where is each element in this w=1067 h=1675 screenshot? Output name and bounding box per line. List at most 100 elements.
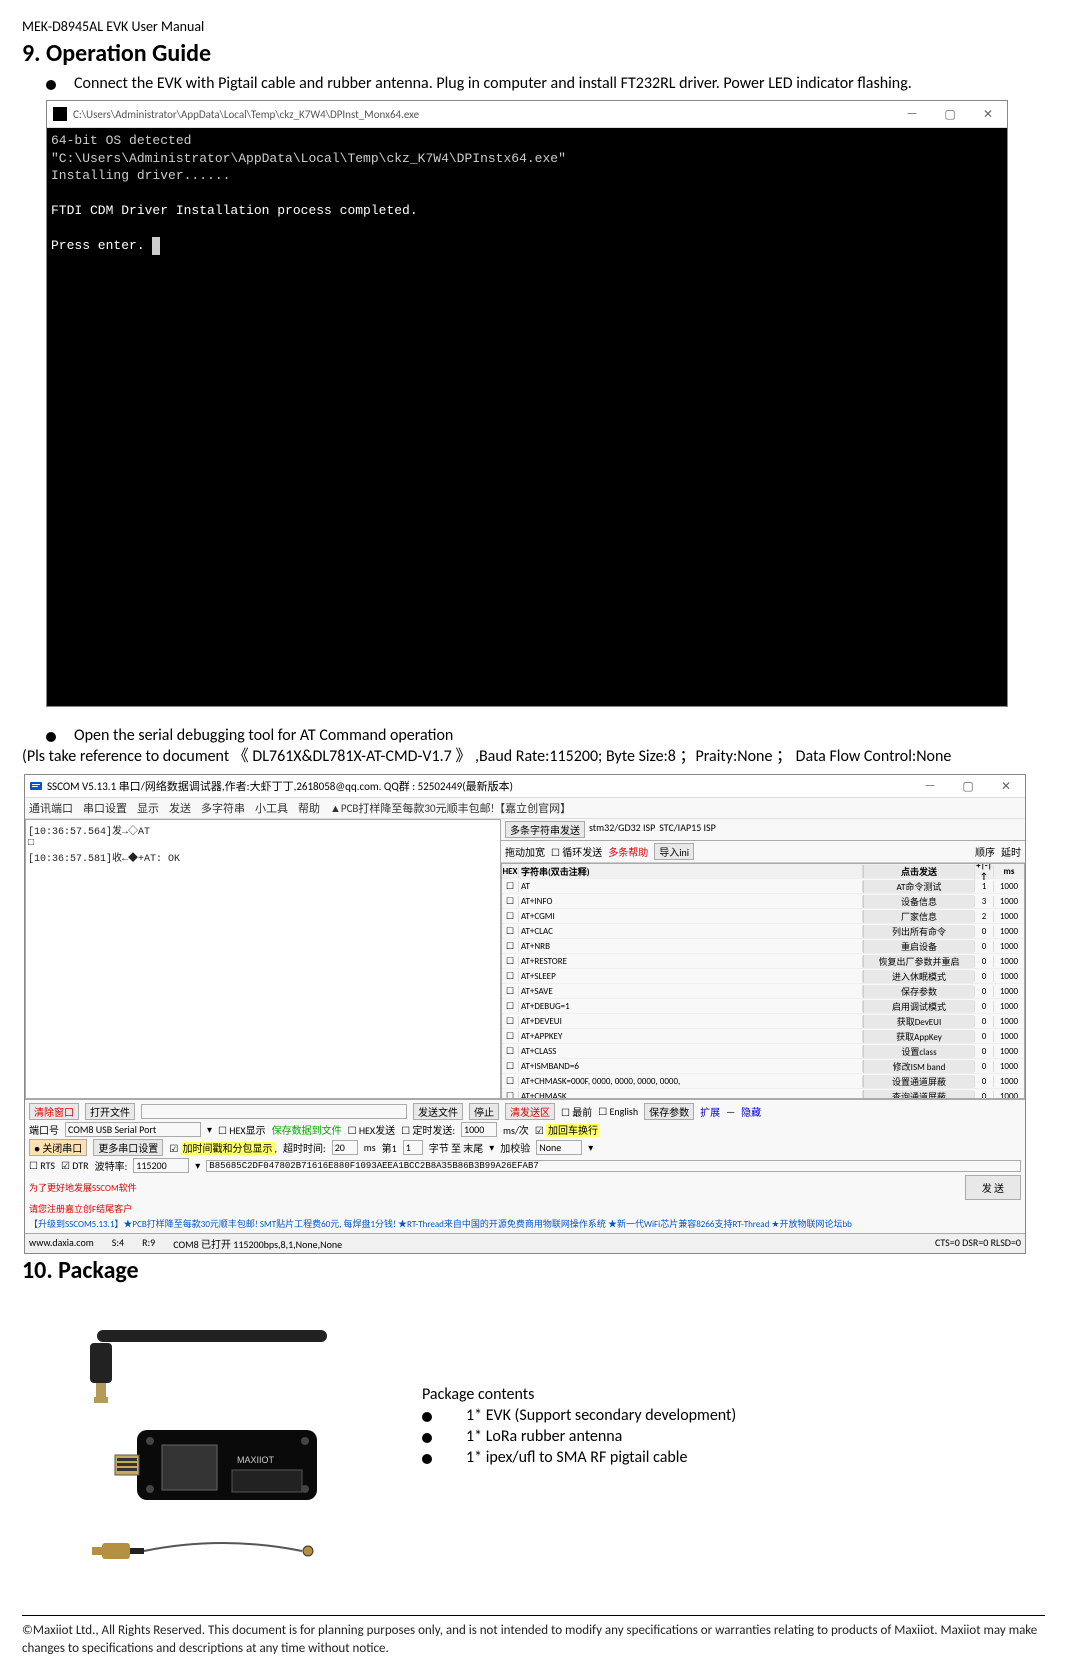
tab-stc[interactable]: STC/IAP15 ISP xyxy=(659,821,716,838)
order-input[interactable]: 0 xyxy=(974,1031,993,1042)
delay-input[interactable]: 1000 xyxy=(993,881,1024,892)
hex-checkbox[interactable]: ☐ xyxy=(502,881,518,892)
cmd-text[interactable]: AT+SAVE xyxy=(518,986,863,997)
send-button[interactable]: 发 送 xyxy=(965,1175,1021,1200)
maximize-button[interactable]: ▢ xyxy=(931,101,969,127)
delay-input[interactable]: 1000 xyxy=(993,1061,1024,1072)
hex-checkbox[interactable]: ☐ xyxy=(502,926,518,937)
crlf-checkbox[interactable]: ☑ 加回车换行 xyxy=(535,1122,600,1137)
cmd-text[interactable]: AT+CHMASK xyxy=(518,1091,863,1100)
save-settings-button[interactable]: 保存参数 xyxy=(644,1103,694,1120)
order-input[interactable]: 0 xyxy=(974,941,993,952)
port-select[interactable]: COM8 USB Serial Port xyxy=(65,1122,201,1137)
stop-button[interactable]: 停止 xyxy=(469,1103,499,1120)
timeout-input[interactable]: 20 xyxy=(332,1140,358,1155)
send-cmd-button[interactable]: 恢复出厂参数并重启 xyxy=(863,955,974,968)
byte1-input[interactable]: 1 xyxy=(403,1140,423,1155)
status-site[interactable]: www.daxia.com xyxy=(29,1236,94,1251)
send-cmd-button[interactable]: 厂家信息 xyxy=(863,910,974,923)
cmd-text[interactable]: AT+CLASS xyxy=(518,1046,863,1057)
hex-checkbox[interactable]: ☐ xyxy=(502,911,518,922)
send-cmd-button[interactable]: 设备信息 xyxy=(863,895,974,908)
menu-promo[interactable]: ▲PCB打样降至每款30元顺丰包邮!【嘉立创官网】 xyxy=(330,800,571,816)
dtr-checkbox[interactable]: ☑ DTR xyxy=(61,1159,89,1172)
hex-checkbox[interactable]: ☐ xyxy=(502,986,518,997)
menu-item[interactable]: 帮助 xyxy=(298,800,320,816)
cmd-text[interactable]: AT+DEVEUI xyxy=(518,1016,863,1027)
hex-send-checkbox[interactable]: ☐ HEX发送 xyxy=(348,1122,396,1137)
loop-send-checkbox[interactable]: ☐ 定时发送: xyxy=(401,1122,455,1137)
promo-text[interactable]: 【升级到SSCOM5.13.1】★PCB打样降至每款30元顺丰包邮! SMT贴片… xyxy=(29,1217,852,1230)
send-file-button[interactable]: 发送文件 xyxy=(413,1103,463,1120)
cmd-text[interactable]: AT+RESTORE xyxy=(518,956,863,967)
send-cmd-button[interactable]: 启用调试模式 xyxy=(863,1000,974,1013)
menu-item[interactable]: 串口设置 xyxy=(83,800,127,816)
tab-stm32[interactable]: stm32/GD32 ISP xyxy=(589,821,655,838)
hex-checkbox[interactable]: ☐ xyxy=(502,1076,518,1087)
close-button[interactable]: ✕ xyxy=(987,773,1025,799)
hex-checkbox[interactable]: ☐ xyxy=(502,896,518,907)
order-input[interactable]: 0 xyxy=(974,971,993,982)
delay-input[interactable]: 1000 xyxy=(993,971,1024,982)
delay-input[interactable]: 1000 xyxy=(993,941,1024,952)
delay-input[interactable]: 1000 xyxy=(993,956,1024,967)
order-input[interactable]: 0 xyxy=(974,986,993,997)
cmd-text[interactable]: AT+DEBUG=1 xyxy=(518,1001,863,1012)
send-cmd-button[interactable]: 查询通道屏蔽 xyxy=(863,1090,974,1100)
baud-select[interactable]: 115200 xyxy=(133,1158,189,1173)
delay-input[interactable]: 1000 xyxy=(993,911,1024,922)
close-port-button[interactable]: ● 关闭串口 xyxy=(29,1139,87,1156)
delay-input[interactable]: 1000 xyxy=(993,926,1024,937)
hex-checkbox[interactable]: ☐ xyxy=(502,1016,518,1027)
cmd-text[interactable]: AT+SLEEP xyxy=(518,971,863,982)
rts-checkbox[interactable]: ☐ RTS xyxy=(29,1159,55,1172)
maximize-button[interactable]: ▢ xyxy=(949,773,987,799)
sscom-log[interactable]: [10:36:57.564]发→◇AT □ [10:36:57.581]收←◆+… xyxy=(25,819,501,1099)
cmd-text[interactable]: AT+CHMASK=000F, 0000, 0000, 0000, 0000, xyxy=(518,1076,863,1087)
order-input[interactable]: 1 xyxy=(974,881,993,892)
send-cmd-button[interactable]: 获取AppKey xyxy=(863,1030,974,1043)
cmd-text[interactable]: AT+NRB xyxy=(518,941,863,952)
hex-checkbox[interactable]: ☐ xyxy=(502,941,518,952)
send-cmd-button[interactable]: 进入休眠模式 xyxy=(863,970,974,983)
order-input[interactable]: 2 xyxy=(974,911,993,922)
delay-input[interactable]: 1000 xyxy=(993,896,1024,907)
menu-item[interactable]: 显示 xyxy=(137,800,159,816)
clear-button[interactable]: 清除窗口 xyxy=(29,1103,79,1120)
hide-link[interactable]: 隐藏 xyxy=(741,1104,761,1119)
menu-item[interactable]: 小工具 xyxy=(255,800,288,816)
send-input[interactable]: B85685C2DF047802B71616E880F1093AEEA1BCC2… xyxy=(206,1160,1021,1172)
order-input[interactable]: 0 xyxy=(974,1001,993,1012)
order-input[interactable]: 0 xyxy=(974,1046,993,1057)
send-cmd-button[interactable]: 修改ISM band xyxy=(863,1060,974,1073)
hex-checkbox[interactable]: ☐ xyxy=(502,1001,518,1012)
menu-item[interactable]: 通讯端口 xyxy=(29,800,73,816)
import-button[interactable]: 导入ini xyxy=(654,843,694,860)
order-input[interactable]: 0 xyxy=(974,956,993,967)
hex-checkbox[interactable]: ☐ xyxy=(502,1061,518,1072)
more-options-button[interactable]: 更多串口设置 xyxy=(93,1139,163,1156)
delay-input[interactable]: 1000 xyxy=(993,1091,1024,1100)
cmd-text[interactable]: AT+CGMI xyxy=(518,911,863,922)
send-cmd-button[interactable]: 设置通道屏蔽 xyxy=(863,1075,974,1088)
send-cmd-button[interactable]: AT命令测试 xyxy=(863,880,974,893)
checksum-select[interactable]: None xyxy=(536,1140,582,1155)
english-checkbox[interactable]: ☐ English xyxy=(598,1105,638,1118)
tab-multistring[interactable]: 多条字符串发送 xyxy=(505,821,585,838)
hex-checkbox[interactable]: ☐ xyxy=(502,956,518,967)
hex-checkbox[interactable]: ☐ xyxy=(502,1031,518,1042)
menu-item[interactable]: 多字符串 xyxy=(201,800,245,816)
timestamp-checkbox[interactable]: ☑ 加时间戳和分包显示, xyxy=(169,1140,277,1155)
close-button[interactable]: ✕ xyxy=(969,101,1007,127)
order-input[interactable]: 0 xyxy=(974,1091,993,1100)
cmd-text[interactable]: AT+ISMBAND=6 xyxy=(518,1061,863,1072)
send-cmd-button[interactable]: 获取DevEUI xyxy=(863,1015,974,1028)
send-cmd-button[interactable]: 保存参数 xyxy=(863,985,974,998)
minimize-button[interactable]: — xyxy=(893,101,931,127)
hex-checkbox[interactable]: ☐ xyxy=(502,971,518,982)
delay-input[interactable]: 1000 xyxy=(993,1046,1024,1057)
open-file-button[interactable]: 打开文件 xyxy=(85,1103,135,1120)
extend-link[interactable]: 扩展 xyxy=(700,1104,720,1119)
cmd-text[interactable]: AT+CLAC xyxy=(518,926,863,937)
save-data-button[interactable]: 保存数据到文件 xyxy=(272,1122,342,1137)
